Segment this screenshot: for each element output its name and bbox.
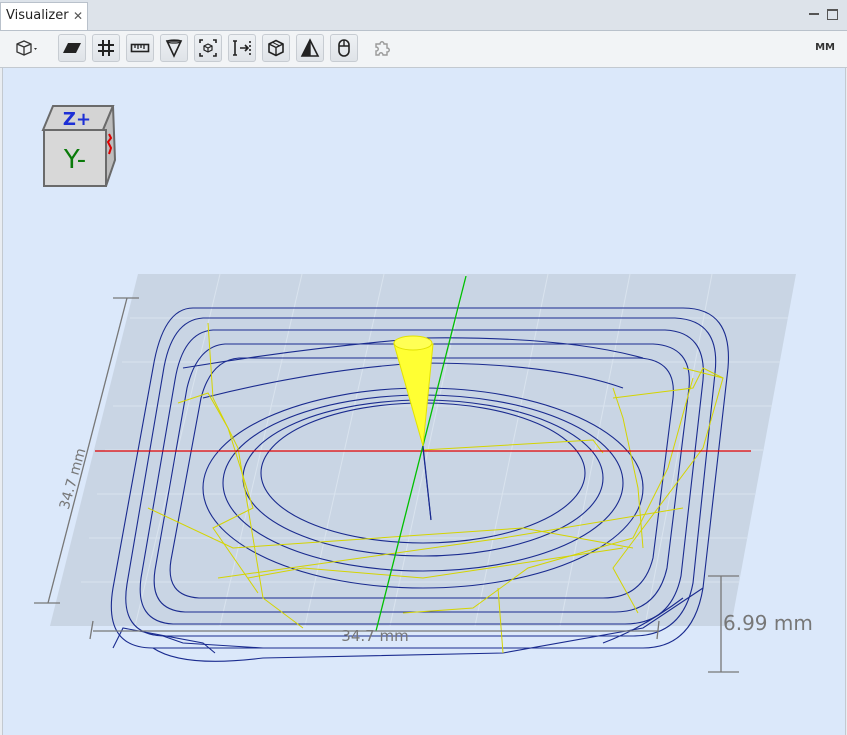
puzzle-icon [375, 41, 390, 56]
tab-label: Visualizer [6, 8, 69, 23]
toggle-ruler[interactable] [126, 34, 154, 62]
orientation-cube[interactable]: Z+ Y- [41, 105, 117, 187]
ruler-icon [130, 43, 150, 53]
units-label[interactable]: MM [815, 42, 835, 53]
toggle-bounding-box[interactable] [194, 34, 222, 62]
height-dimension-label: 6.99 mm [723, 611, 813, 635]
dimension-icon [233, 40, 251, 56]
tab-visualizer[interactable]: Visualizer ✕ [0, 2, 88, 30]
plane-icon [63, 43, 81, 53]
minimize-icon[interactable] [807, 6, 821, 20]
toggle-stock-plane[interactable] [58, 34, 86, 62]
cube-front-label: Y- [63, 145, 86, 175]
close-icon[interactable]: ✕ [73, 9, 83, 23]
visualizer-window: Visualizer ✕ MM 34.7 mm 34.7 mm 6.99 mm … [0, 0, 847, 735]
mouse-icon [338, 39, 350, 57]
view-cube-dropdown[interactable] [6, 34, 46, 62]
cube-view-icon [16, 40, 37, 56]
bounding-box-icon [199, 39, 217, 57]
toggle-dimensions[interactable] [228, 34, 256, 62]
toolpath-scene: 34.7 mm 34.7 mm 6.99 mm Z+ Y- [34, 105, 813, 673]
toggle-grid[interactable] [92, 34, 120, 62]
model-cube-icon [268, 39, 284, 57]
cube-top-label: Z+ [63, 109, 91, 130]
toolbar: MM [0, 31, 847, 68]
maximize-icon[interactable] [825, 6, 839, 20]
toggle-axes[interactable] [296, 34, 324, 62]
toggle-model[interactable] [262, 34, 290, 62]
axes-triangle-icon [300, 38, 320, 57]
tool-cone-icon [165, 39, 183, 58]
grid-icon [98, 40, 114, 56]
toggle-mouse-controls[interactable] [330, 34, 358, 62]
tab-bar: Visualizer ✕ [0, 0, 847, 31]
width-dimension-label: 34.7 mm [341, 627, 408, 645]
toggle-puzzle[interactable] [368, 34, 396, 62]
toggle-tool[interactable] [160, 34, 188, 62]
3d-viewport[interactable]: 34.7 mm 34.7 mm 6.99 mm Z+ Y- [2, 68, 846, 735]
